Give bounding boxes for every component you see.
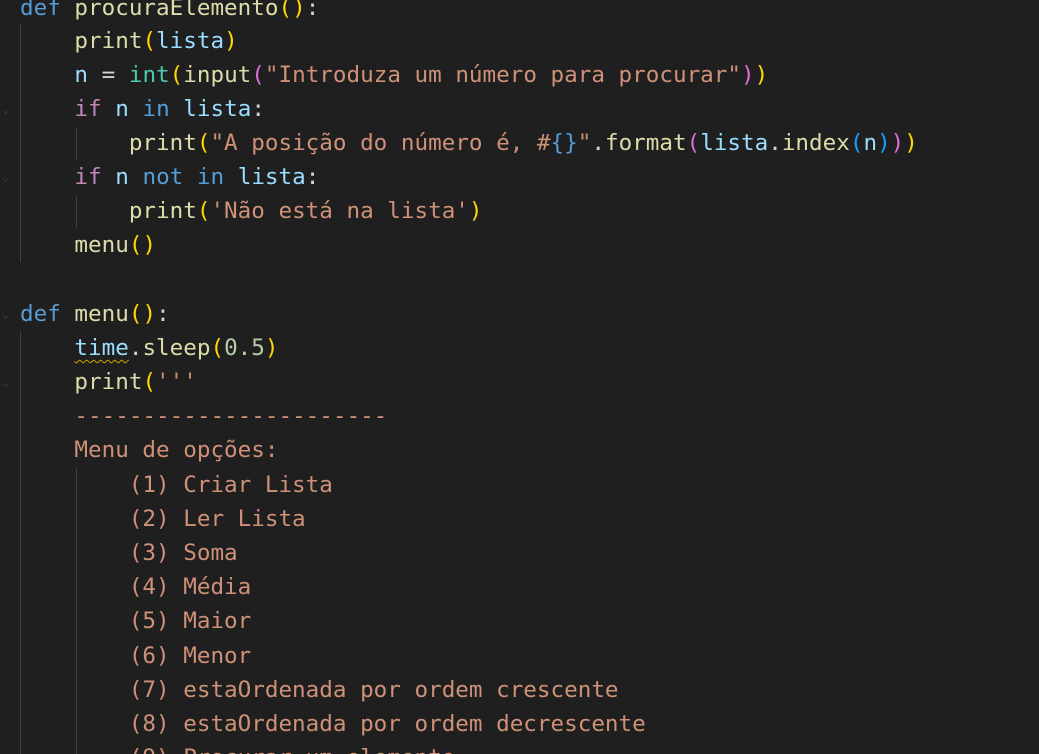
colon: : xyxy=(305,0,320,21)
format-placeholder: {} xyxy=(550,130,578,156)
code-line[interactable]: (8) estaOrdenada por ordem decrescente xyxy=(0,707,646,741)
code-line[interactable]: print(lista) xyxy=(0,24,237,58)
keyword-def: def xyxy=(20,0,61,21)
method-call: format xyxy=(604,130,687,156)
code-line[interactable]: def menu(): xyxy=(0,297,170,331)
code-line[interactable]: print('Não está na lista') xyxy=(0,194,483,228)
variable: n xyxy=(115,96,129,122)
function-call: input xyxy=(183,62,252,88)
code-editor[interactable]: ⌄ ⌄ ⌄ ⌄ def procuraElemento(): print(lis… xyxy=(0,0,1039,754)
code-line[interactable]: ----------------------- xyxy=(0,399,387,433)
string-literal: "Introduza um número para procurar" xyxy=(264,62,741,88)
variable: lista xyxy=(237,164,306,190)
code-line[interactable]: Menu de opções: xyxy=(0,433,278,467)
keyword-not: not xyxy=(142,164,184,190)
string-literal: (6) Menor xyxy=(128,643,252,669)
variable: n xyxy=(74,62,89,88)
code-line[interactable]: (3) Soma xyxy=(0,536,238,570)
code-line[interactable]: (6) Menor xyxy=(0,639,251,673)
code-line[interactable]: n = int(input("Introduza um número para … xyxy=(0,58,768,92)
string-literal: "A posição do número é, # xyxy=(210,130,551,156)
code-line[interactable]: def procuraElemento(): xyxy=(0,0,319,25)
function-call: print xyxy=(74,369,143,395)
string-literal: 'Não está na lista' xyxy=(210,198,469,224)
string-literal: " xyxy=(577,130,592,156)
code-line[interactable]: (9) Procurar um elemento xyxy=(0,741,455,754)
keyword-in: in xyxy=(196,164,225,190)
method-call: sleep xyxy=(142,335,211,361)
variable: lista xyxy=(156,28,225,54)
string-literal: (7) estaOrdenada por ordem crescente xyxy=(128,677,619,703)
string-literal: (1) Criar Lista xyxy=(128,472,333,498)
function-name: procuraElemento xyxy=(74,0,279,21)
builtin-class: int xyxy=(128,62,170,88)
variable: n xyxy=(863,130,878,156)
method-call: index xyxy=(781,130,850,156)
string-literal: (8) estaOrdenada por ordem decrescente xyxy=(128,711,646,737)
function-call: print xyxy=(128,198,197,224)
string-literal: ----------------------- xyxy=(74,403,388,429)
code-line[interactable]: (1) Criar Lista xyxy=(0,468,333,502)
string-literal: ''' xyxy=(156,369,197,395)
function-call: print xyxy=(74,28,143,54)
keyword-if: if xyxy=(74,164,102,190)
string-literal: (9) Procurar um elemento xyxy=(129,745,455,754)
code-line[interactable]: (4) Média xyxy=(0,570,251,604)
function-call: print xyxy=(128,130,197,156)
keyword-def: def xyxy=(20,301,61,327)
string-literal: (2) Ler Lista xyxy=(128,506,306,532)
operator: = xyxy=(88,62,129,88)
code-line[interactable]: if n not in lista: xyxy=(0,160,319,194)
code-line[interactable]: (7) estaOrdenada por ordem crescente xyxy=(0,673,619,707)
variable: lista xyxy=(700,130,769,156)
number-literal: 0.5 xyxy=(224,335,265,361)
code-line[interactable]: time.sleep(0.5) xyxy=(0,331,278,365)
code-line[interactable]: if n in lista: xyxy=(0,92,265,126)
keyword-in: in xyxy=(142,96,170,122)
code-line[interactable]: print("A posição do número é, #{}".forma… xyxy=(0,126,918,160)
variable: n xyxy=(115,164,129,190)
string-literal: Menu de opções: xyxy=(74,437,279,463)
code-line[interactable]: (2) Ler Lista xyxy=(0,502,306,536)
keyword-if: if xyxy=(74,96,102,122)
bracket: () xyxy=(278,0,306,21)
string-literal: (3) Soma xyxy=(128,540,238,566)
variable: lista xyxy=(183,96,252,122)
string-literal: (5) Maior xyxy=(128,608,252,634)
code-line[interactable]: print(''' xyxy=(0,365,196,399)
string-literal: (4) Média xyxy=(128,574,252,600)
module-name-with-warning: time xyxy=(74,335,129,361)
function-name: menu xyxy=(74,301,129,327)
code-line[interactable]: menu() xyxy=(0,228,156,262)
function-call: menu xyxy=(74,232,129,258)
code-line[interactable]: (5) Maior xyxy=(0,604,251,638)
